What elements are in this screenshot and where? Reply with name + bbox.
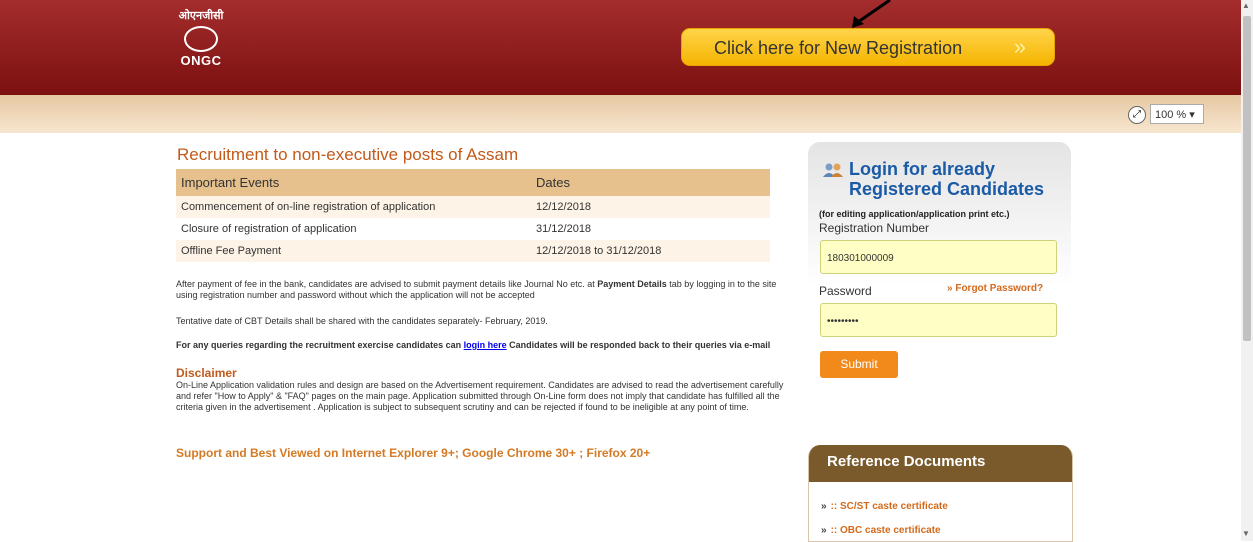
registration-number-label: Registration Number xyxy=(819,221,930,235)
toolbar-band xyxy=(0,95,1241,133)
reference-documents-heading: Reference Documents xyxy=(809,445,1072,482)
table-row: Closure of registration of application 3… xyxy=(176,218,770,240)
payment-details-term: Payment Details xyxy=(597,279,667,289)
disclaimer-text: On-Line Application validation rules and… xyxy=(176,380,784,412)
scroll-up-icon[interactable]: ▲ xyxy=(1242,1,1250,10)
disclaimer-heading: Disclaimer xyxy=(176,366,237,380)
obc-certificate-link[interactable]: »:: OBC caste certificate xyxy=(821,525,941,536)
table-cell: Closure of registration of application xyxy=(181,223,357,235)
chevron-right-icon: » xyxy=(1013,34,1026,59)
ongc-emblem-icon xyxy=(184,26,218,52)
important-events-table: Important Events Dates Commencement of o… xyxy=(176,169,770,262)
scrollbar-thumb[interactable] xyxy=(1243,16,1251,341)
table-cell: 31/12/2018 xyxy=(536,223,592,235)
logo-text: ONGC xyxy=(180,53,222,68)
chevron-right-icon: » xyxy=(821,525,827,536)
table-cell: 12/12/2018 to 31/12/2018 xyxy=(531,240,770,262)
password-label: Password xyxy=(819,284,872,298)
table-row: Commencement of on-line registration of … xyxy=(176,196,770,218)
zoom-icon[interactable]: ⤢ xyxy=(1128,106,1146,124)
submit-button[interactable]: Submit xyxy=(820,351,898,378)
chevron-right-icon: » xyxy=(821,501,827,512)
new-registration-label: Click here for New Registration xyxy=(714,38,963,58)
registration-number-input[interactable]: 180301000009 xyxy=(820,240,1057,274)
table-row: Offline Fee Payment 12/12/2018 to 31/12/… xyxy=(176,240,770,262)
payment-instructions: After payment of fee in the bank, candid… xyxy=(176,279,777,300)
column-header: Important Events xyxy=(176,169,531,196)
table-header-row: Important Events Dates xyxy=(176,169,770,196)
login-title: Login for already Registered Candidates xyxy=(822,159,1062,199)
new-registration-button[interactable]: Click here for New Registration » xyxy=(681,28,1055,66)
page-title: Recruitment to non-executive posts of As… xyxy=(177,145,519,164)
login-hint: (for editing application/application pri… xyxy=(819,209,1010,219)
query-notice: For any queries regarding the recruitmen… xyxy=(176,340,771,350)
logo-hindi-text: ओएनजीसी xyxy=(178,10,224,22)
scroll-down-icon[interactable]: ▼ xyxy=(1242,529,1250,538)
cbt-notice: Tentative date of CBT Details shall be s… xyxy=(176,316,548,326)
sc-st-certificate-link[interactable]: »:: SC/ST caste certificate xyxy=(821,501,948,512)
login-here-link[interactable]: login here xyxy=(464,340,507,350)
table-cell: Offline Fee Payment xyxy=(176,240,531,262)
browser-support-note: Support and Best Viewed on Internet Expl… xyxy=(176,446,651,460)
forgot-password-link[interactable]: » Forgot Password? xyxy=(947,283,1043,294)
password-input[interactable]: ••••••••• xyxy=(820,303,1057,337)
table-cell: Commencement of on-line registration of … xyxy=(176,196,531,218)
column-header: Dates xyxy=(531,169,770,196)
users-icon xyxy=(823,163,843,178)
zoom-select[interactable]: 100 % ▾ xyxy=(1150,104,1204,124)
table-cell: 12/12/2018 xyxy=(531,196,770,218)
ongc-logo[interactable]: ओएनजीसी ONGC xyxy=(166,8,236,78)
